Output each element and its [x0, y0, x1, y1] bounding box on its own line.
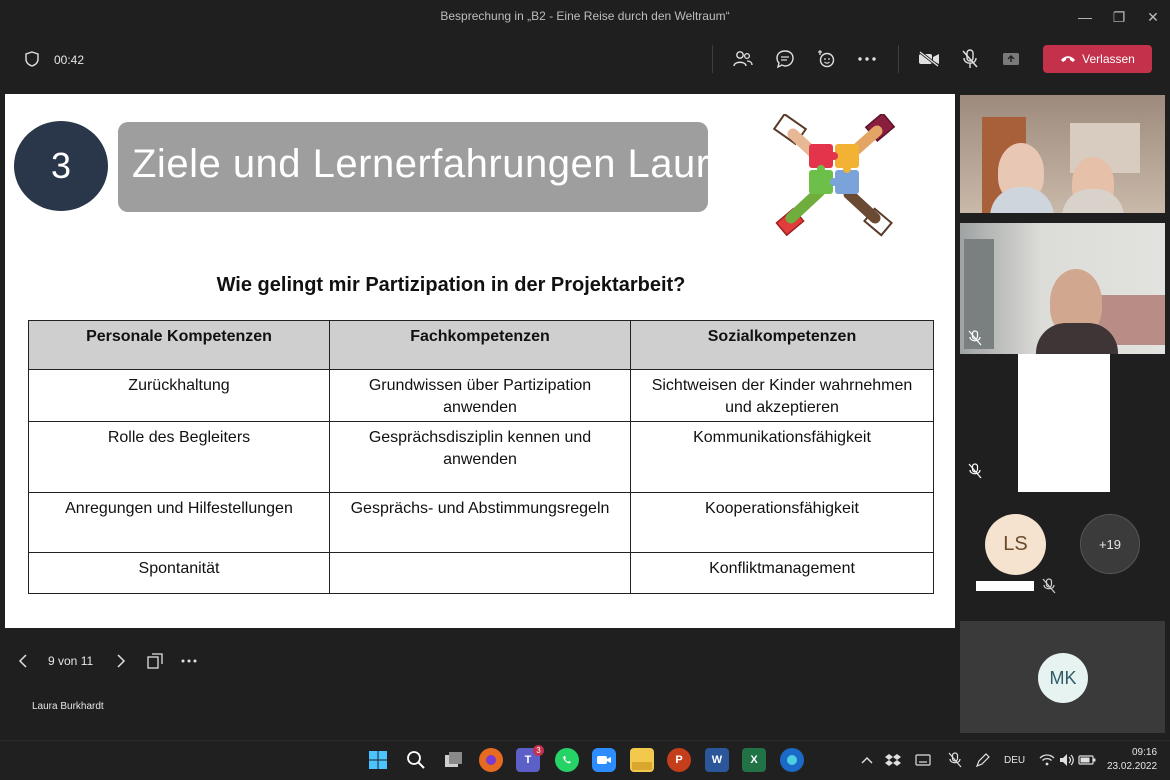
keyboard-icon[interactable]	[908, 745, 938, 775]
teams-window: { "window": { "title": "Besprechung in „…	[0, 0, 1170, 780]
title-bar: Besprechung in „B2 - Eine Reise durch de…	[0, 0, 1170, 34]
shared-slide: 3 Ziele und Lernerfahrungen Laura Wie ge…	[5, 94, 955, 628]
table-header: Personale Kompetenzen	[28, 320, 330, 370]
table-cell: Anregungen und Hilfestellungen	[28, 492, 330, 553]
slide-more-icon[interactable]	[174, 646, 204, 676]
window-title: Besprechung in „B2 - Eine Reise durch de…	[440, 9, 730, 23]
participant-avatar-mk: MK	[1038, 653, 1088, 703]
camera-off-icon[interactable]	[914, 44, 944, 74]
table-cell: Gesprächsdisziplin kennen und anwenden	[329, 421, 631, 493]
dropbox-icon[interactable]	[878, 745, 908, 775]
table-cell: Konfliktmanagement	[630, 552, 934, 594]
puzzle-hands-icon	[772, 114, 896, 237]
whatsapp-icon[interactable]	[555, 748, 579, 772]
competence-table: Personale Kompetenzen Fachkompetenzen So…	[28, 320, 934, 594]
video-tile[interactable]: MK	[960, 621, 1165, 733]
toolbar-divider	[898, 45, 899, 73]
teams-badge: 3	[533, 745, 544, 756]
shield-icon	[17, 44, 47, 74]
file-explorer-icon[interactable]	[630, 748, 654, 772]
mic-off-icon[interactable]	[955, 44, 985, 74]
clock-date[interactable]: 23.02.2022	[1107, 761, 1157, 772]
table-cell: Rolle des Begleiters	[28, 421, 330, 493]
video-tile[interactable]	[960, 95, 1165, 213]
clock-time[interactable]: 09:16	[1132, 747, 1157, 758]
word-icon[interactable]: W	[705, 748, 729, 772]
participant-avatar-ls[interactable]: LS	[985, 514, 1046, 575]
participant-name-redacted	[976, 581, 1034, 591]
presenter-name: Laura Burkhardt	[32, 701, 104, 712]
leave-label: Verlassen	[1082, 52, 1135, 66]
toolbar-divider	[712, 45, 713, 73]
mic-off-icon	[968, 330, 986, 348]
table-row: Zurückhaltung Grundwissen über Partizipa…	[28, 369, 934, 422]
search-icon[interactable]	[404, 748, 428, 772]
meeting-toolbar	[0, 34, 1170, 84]
firefox-icon[interactable]	[479, 748, 503, 772]
table-row: Spontanität Konfliktmanagement	[28, 552, 934, 594]
previous-slide-icon[interactable]	[8, 646, 38, 676]
phone-hangup-icon	[1060, 52, 1076, 66]
battery-icon[interactable]	[1072, 745, 1102, 775]
maximize-button[interactable]: ❐	[1104, 6, 1134, 28]
zoom-icon[interactable]	[592, 748, 616, 772]
mic-off-icon	[1042, 578, 1060, 596]
slide-number-badge: 3	[14, 121, 108, 211]
table-cell: Spontanität	[28, 552, 330, 594]
task-view-icon[interactable]	[442, 748, 466, 772]
minimize-button[interactable]: —	[1070, 6, 1100, 28]
table-cell: Gesprächs- und Abstimmungsregeln	[329, 492, 631, 553]
video-tile[interactable]	[960, 223, 1165, 354]
pen-icon[interactable]	[968, 745, 998, 775]
table-cell	[329, 552, 631, 594]
table-header: Fachkompetenzen	[329, 320, 631, 370]
windows-start-icon[interactable]	[366, 748, 390, 772]
next-slide-icon[interactable]	[106, 646, 136, 676]
slide-page-counter: 9 von 11	[48, 654, 94, 668]
excel-icon[interactable]: X	[742, 748, 766, 772]
more-options-icon[interactable]	[852, 44, 882, 74]
slide-question: Wie gelingt mir Partizipation in der Pro…	[216, 274, 686, 296]
table-row: Anregungen und Hilfestellungen Gesprächs…	[28, 492, 934, 553]
reactions-icon[interactable]	[811, 44, 841, 74]
table-header: Sozialkompetenzen	[630, 320, 934, 370]
table-cell: Kommunikationsfähigkeit	[630, 421, 934, 493]
mic-muted-tray-icon[interactable]	[940, 745, 970, 775]
close-button[interactable]: ✕	[1138, 6, 1168, 28]
participants-icon[interactable]	[728, 44, 758, 74]
table-cell: Grundwissen über Partizipation anwenden	[329, 369, 631, 422]
slide-grid-icon[interactable]	[140, 646, 170, 676]
table-cell: Sichtweisen der Kinder wahrnehmen und ak…	[630, 369, 934, 422]
powerpoint-icon[interactable]: P	[667, 748, 691, 772]
table-cell: Zurückhaltung	[28, 369, 330, 422]
leave-button[interactable]: Verlassen	[1043, 45, 1152, 73]
mic-off-icon	[968, 463, 986, 481]
edge-icon[interactable]	[780, 748, 804, 772]
meeting-timer: 00:42	[54, 53, 85, 67]
slide-title: Ziele und Lernerfahrungen Laura	[132, 142, 708, 186]
table-header-row: Personale Kompetenzen Fachkompetenzen So…	[28, 320, 934, 370]
video-tile[interactable]	[1018, 354, 1110, 492]
more-participants-button[interactable]: +19	[1080, 514, 1140, 574]
table-row: Rolle des Begleiters Gesprächsdisziplin …	[28, 421, 934, 493]
table-cell: Kooperationsfähigkeit	[630, 492, 934, 553]
chat-icon[interactable]	[770, 44, 800, 74]
slide-title-banner: Ziele und Lernerfahrungen Laura	[118, 122, 708, 212]
input-language[interactable]: DEU	[1004, 755, 1025, 766]
share-screen-icon[interactable]	[996, 44, 1026, 74]
